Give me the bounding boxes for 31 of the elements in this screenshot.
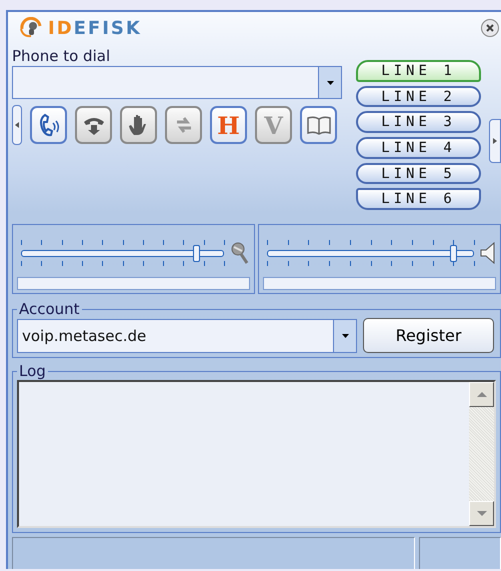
- speaker-icon: [480, 242, 496, 264]
- line-tab[interactable]: LINE 4: [356, 137, 481, 159]
- field-label: Phone to dial: [12, 47, 112, 65]
- dropdown-arrow-icon: [326, 80, 334, 84]
- register-button[interactable]: Register: [363, 318, 494, 353]
- close-icon: [484, 22, 496, 34]
- scrollbar[interactable]: [469, 382, 494, 526]
- scroll-down-icon: [476, 511, 486, 516]
- book-button[interactable]: [300, 106, 337, 144]
- phone-handset-icon: [38, 113, 60, 137]
- scroll-up-icon: [476, 392, 486, 397]
- dropdown-arrow-icon: [342, 334, 348, 338]
- call-button[interactable]: [30, 106, 67, 144]
- line-tab[interactable]: LINE 1: [356, 60, 481, 82]
- group-title: Account: [18, 300, 81, 318]
- group-title: Log: [18, 362, 47, 380]
- line-tab[interactable]: LINE 6: [356, 188, 481, 210]
- line-tab[interactable]: LINE 2: [356, 86, 481, 108]
- phone-number-combo[interactable]: [12, 66, 342, 99]
- line-tab[interactable]: LINE 5: [356, 162, 481, 184]
- app-logo: ID EFISK: [48, 18, 142, 38]
- account-combo[interactable]: voip.metasec.de: [17, 318, 357, 352]
- scroll-right-button[interactable]: [489, 119, 501, 163]
- close-button[interactable]: [481, 19, 499, 37]
- arrow-left-icon: [15, 122, 19, 128]
- arrow-right-icon: [493, 138, 497, 144]
- microphone-icon: [230, 241, 250, 265]
- line-tab[interactable]: LINE 3: [356, 111, 481, 134]
- scroll-left-button[interactable]: [12, 105, 22, 145]
- headset-logo-icon: [18, 17, 44, 39]
- book-icon: [306, 115, 332, 135]
